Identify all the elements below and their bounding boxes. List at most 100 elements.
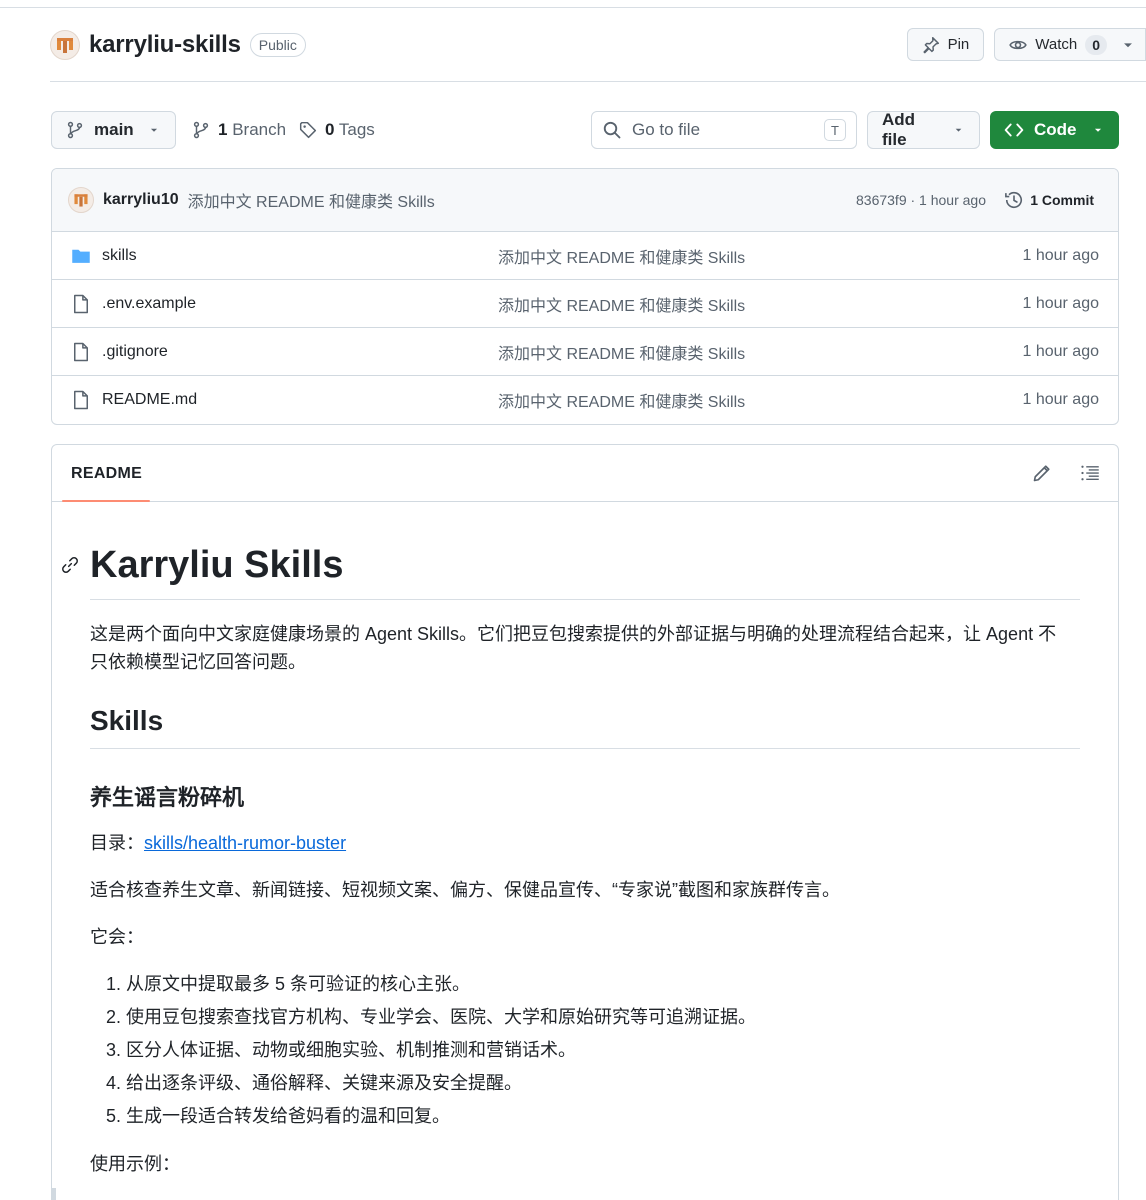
file-commit-message[interactable]: 添加中文 README 和健康类 Skills	[498, 388, 745, 412]
list-item: 3. 区分人体证据、动物或细胞实验、机制推测和营销话术。	[106, 1040, 577, 1060]
code-label: Code	[1034, 120, 1077, 139]
watch-label: Watch	[1035, 36, 1078, 53]
commit-author[interactable]: karryliu10	[103, 191, 179, 209]
watch-group: Watch 0	[994, 28, 1146, 61]
latest-commit-bar: karryliu10 添加中文 README 和健康类 Skills 83673…	[52, 169, 1118, 232]
directory-label: 目录：	[90, 833, 144, 853]
tag-icon	[299, 121, 317, 139]
search-shortcut-key: T	[824, 119, 846, 141]
pin-label: Pin	[947, 36, 970, 53]
directory-link[interactable]: skills/health-rumor-buster	[144, 833, 346, 853]
repo-header: karryliu-skills Public Pin Watch 0	[50, 28, 1146, 62]
folder-icon	[72, 249, 90, 263]
add-file-label: Add file	[882, 110, 916, 149]
readme-header: README	[52, 445, 1118, 502]
branches-label: Branch	[232, 120, 287, 139]
outline-list-icon[interactable]	[1080, 463, 1100, 483]
readme-title: Karryliu Skills	[90, 544, 344, 586]
file-icon	[74, 294, 88, 314]
file-row[interactable]: .gitignore 添加中文 README 和健康类 Skills 1 hou…	[52, 328, 1118, 376]
avatar-logo-icon	[57, 38, 73, 53]
code-button[interactable]: Code	[990, 111, 1119, 149]
branch-name: main	[94, 120, 134, 139]
will-label: 它会：	[90, 927, 144, 947]
repo-name[interactable]: karryliu-skills	[89, 31, 241, 59]
visibility-badge: Public	[249, 33, 306, 57]
avatar-logo-icon	[74, 194, 88, 207]
owner-avatar[interactable]	[50, 30, 80, 60]
file-name[interactable]: .env.example	[102, 295, 196, 313]
steps-list: 1. 从原文中提取最多 5 条可验证的核心主张。 2. 使用豆包搜索查找官方机构…	[106, 968, 756, 1133]
example-label: 使用示例：	[90, 1154, 180, 1174]
repo-toolbar: main 1 Branch 0 Tags Go to file T Add fi…	[51, 110, 1119, 149]
go-to-file-input[interactable]: Go to file T	[591, 111, 857, 149]
branch-icon	[67, 121, 83, 139]
eye-icon	[1009, 40, 1028, 49]
file-browser: karryliu10 添加中文 README 和健康类 Skills 83673…	[51, 168, 1119, 425]
search-placeholder: Go to file	[632, 120, 701, 139]
link-anchor-icon[interactable]	[61, 556, 79, 574]
commit-meta[interactable]: 83673f9 · 1 hour ago	[856, 192, 986, 208]
readme-panel: README Karryliu Skills 这是两个面向中文家庭健康场景的 A…	[51, 444, 1119, 1200]
repo-page: karryliu-skills Public Pin Watch 0 main …	[0, 0, 1146, 1200]
file-commit-message[interactable]: 添加中文 README 和健康类 Skills	[498, 292, 745, 316]
file-commit-message[interactable]: 添加中文 README 和健康类 Skills	[498, 244, 745, 268]
header-actions: Pin Watch 0	[906, 28, 1146, 61]
code-block-edge	[52, 1188, 56, 1200]
file-age: 1 hour ago	[1022, 391, 1099, 408]
file-icon	[74, 342, 88, 362]
pin-button[interactable]: Pin	[906, 28, 985, 61]
section-heading-skills: Skills	[90, 705, 164, 736]
h2-divider	[90, 748, 1080, 749]
readme-tab[interactable]: README	[71, 465, 142, 483]
chevron-down-icon	[1094, 128, 1101, 132]
file-age: 1 hour ago	[1022, 246, 1099, 264]
readme-h1-wrap: Karryliu Skills	[62, 542, 1080, 588]
branch-selector[interactable]: main	[51, 111, 176, 149]
watch-button[interactable]: Watch 0	[994, 28, 1146, 61]
edit-pencil-icon[interactable]	[1032, 463, 1052, 483]
add-file-button[interactable]: Add file	[867, 110, 980, 149]
readme-tab-underline	[62, 500, 150, 502]
directory-line: 目录：skills/health-rumor-buster	[90, 829, 346, 855]
readme-intro-line1: 这是两个面向中文家庭健康场景的 Agent Skills。它们把豆包搜索提供的外…	[90, 624, 1057, 644]
commits-link[interactable]: 1 Commit	[1004, 190, 1094, 210]
readme-intro: 这是两个面向中文家庭健康场景的 Agent Skills。它们把豆包搜索提供的外…	[90, 620, 1080, 676]
readme-intro-line2: 只依赖模型记忆回答问题。	[90, 652, 306, 672]
h1-divider	[90, 599, 1080, 600]
search-icon	[603, 121, 621, 139]
list-item: 4. 给出逐条评级、通俗解释、关键来源及安全提醒。	[106, 1073, 523, 1093]
file-name[interactable]: skills	[102, 247, 137, 265]
file-row[interactable]: .env.example 添加中文 README 和健康类 Skills 1 h…	[52, 280, 1118, 328]
skill-heading: 养生谣言粉碎机	[90, 785, 245, 810]
commits-label: 1 Commit	[1030, 192, 1094, 208]
file-icon	[74, 390, 88, 410]
pin-icon	[922, 36, 939, 53]
branch-icon	[193, 121, 209, 139]
history-icon	[1005, 192, 1023, 209]
list-item: 2. 使用豆包搜索查找官方机构、专业学会、医院、大学和原始研究等可追溯证据。	[106, 1007, 757, 1027]
commit-author-avatar[interactable]	[68, 187, 94, 213]
file-row[interactable]: skills 添加中文 README 和健康类 Skills 1 hour ag…	[52, 232, 1118, 280]
tags-label: Tags	[338, 120, 375, 139]
branches-link[interactable]: 1 Branch	[192, 111, 286, 149]
tags-link[interactable]: 0 Tags	[299, 111, 375, 149]
list-item: 5. 生成一段适合转发给爸妈看的温和回复。	[106, 1106, 451, 1126]
chevron-down-icon	[150, 128, 158, 132]
top-border	[0, 7, 1146, 8]
file-name[interactable]: README.md	[102, 391, 197, 409]
chevron-down-icon[interactable]	[1119, 36, 1137, 54]
header-divider	[50, 81, 1146, 82]
file-commit-message[interactable]: 添加中文 README 和健康类 Skills	[498, 340, 745, 364]
suitable-text: 适合核查养生文章、新闻链接、短视频文案、偏方、保健品宣传、“专家说”截图和家族群…	[90, 880, 840, 900]
tags-count: 0	[325, 120, 335, 139]
list-item: 1. 从原文中提取最多 5 条可验证的核心主张。	[106, 974, 471, 994]
branches-count: 1	[218, 120, 228, 139]
watch-count: 0	[1085, 34, 1107, 55]
readme-actions	[1032, 463, 1100, 483]
file-row[interactable]: README.md 添加中文 README 和健康类 Skills 1 hour…	[52, 376, 1118, 424]
code-icon	[1004, 123, 1024, 137]
file-name[interactable]: .gitignore	[102, 343, 168, 361]
chevron-down-icon	[955, 128, 962, 132]
commit-message[interactable]: 添加中文 README 和健康类 Skills	[188, 188, 435, 212]
